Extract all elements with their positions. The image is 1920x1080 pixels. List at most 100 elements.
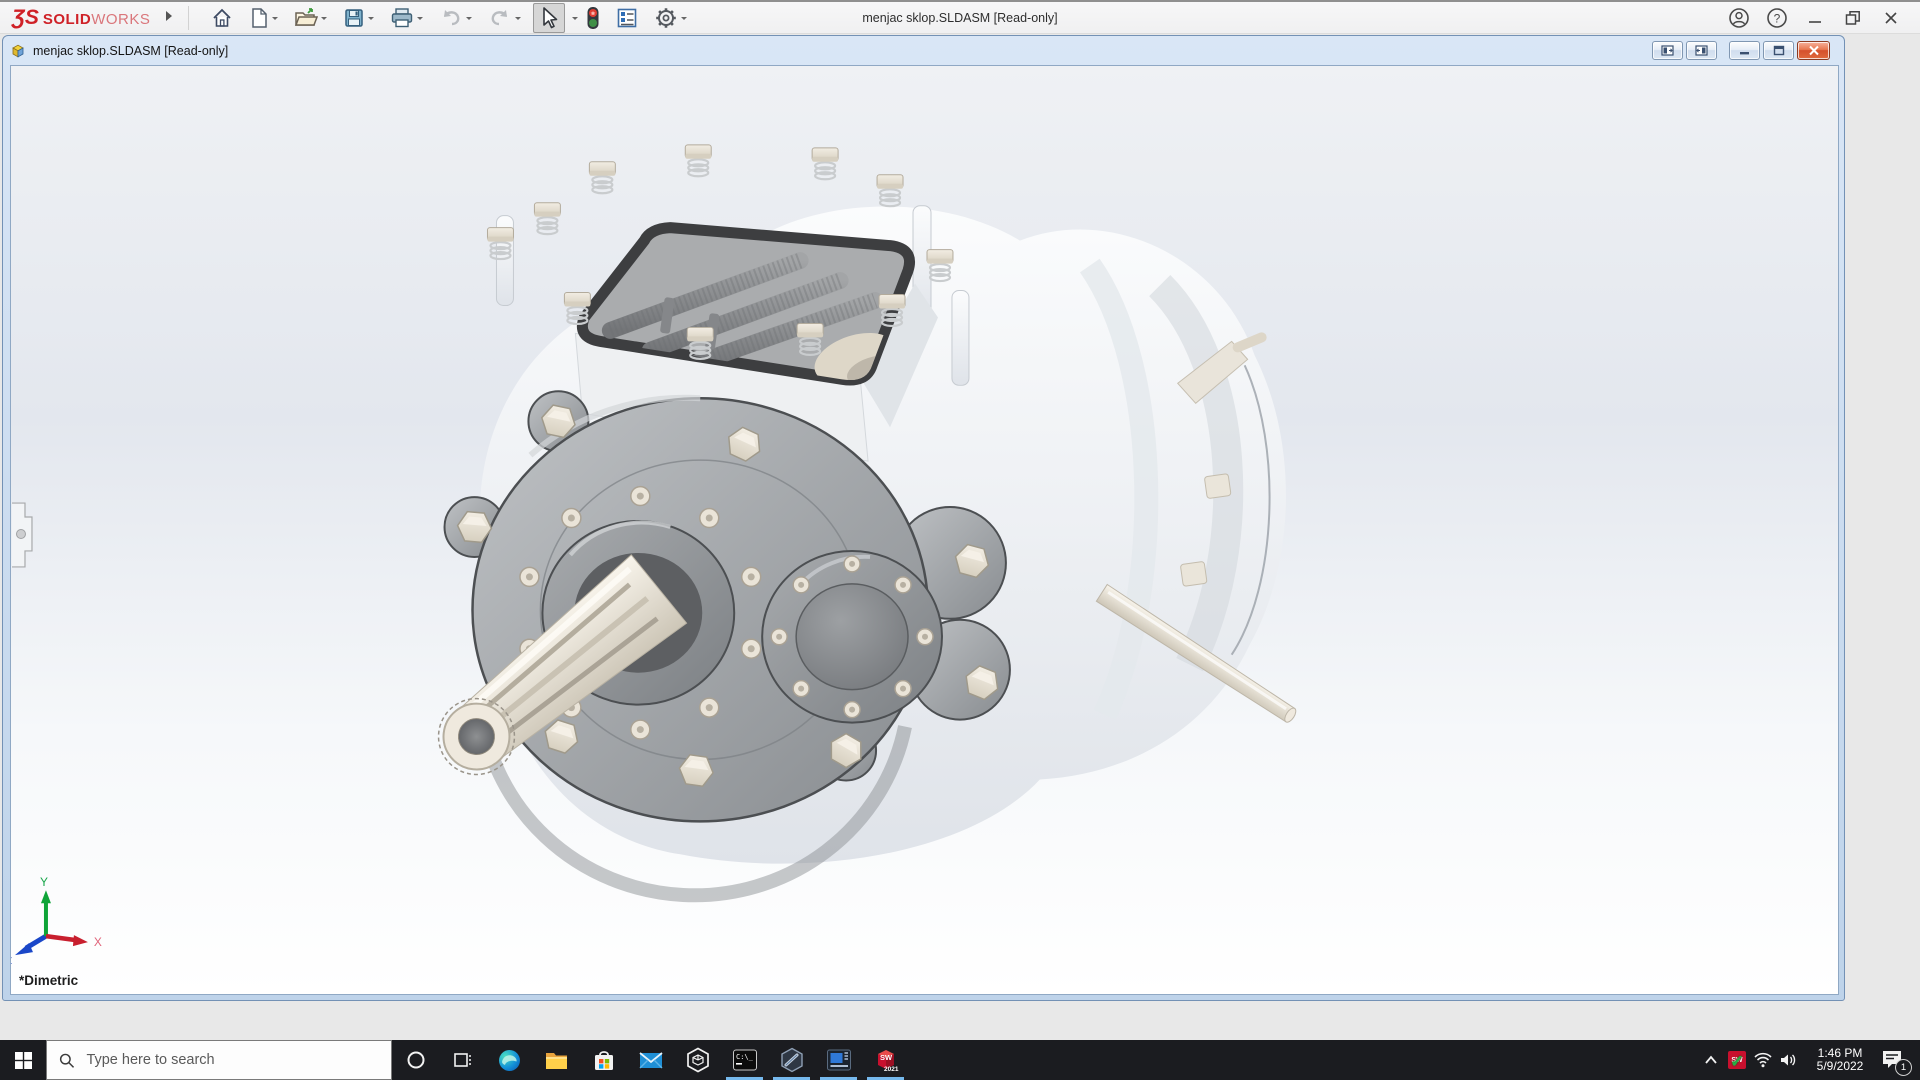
- redo-button[interactable]: [484, 4, 525, 32]
- svg-text:?: ?: [1774, 11, 1781, 25]
- search-icon: [59, 1053, 75, 1068]
- windows-logo-icon: [14, 1051, 32, 1069]
- taskbar-search[interactable]: [46, 1040, 392, 1080]
- document-window: menjac sklop.SLDASM [Read-only] Y X *Dim…: [2, 35, 1845, 1001]
- pane-left-icon: [1661, 45, 1674, 56]
- menu-expand-arrow-icon[interactable]: [164, 10, 174, 25]
- taskbar-app-solidworks[interactable]: SW 2021: [862, 1040, 909, 1080]
- cortana-icon: [407, 1051, 424, 1069]
- view-orientation-label: *Dimetric: [19, 973, 79, 988]
- undo-dropdown[interactable]: [466, 16, 473, 23]
- account-icon: [1729, 7, 1749, 28]
- new-document-dropdown[interactable]: [272, 16, 279, 23]
- solidworks-logo-mark: ƷS: [12, 5, 39, 29]
- dome-cover-flange[interactable]: [761, 549, 943, 724]
- print-dropdown[interactable]: [417, 16, 424, 23]
- help-button[interactable]: ?: [1764, 5, 1790, 31]
- taskbar-app-store[interactable]: [580, 1040, 627, 1080]
- help-icon: ?: [1767, 7, 1787, 28]
- checkmark-icon: ✓: [1730, 1052, 1745, 1071]
- document-titlebar[interactable]: menjac sklop.SLDASM [Read-only]: [3, 36, 1844, 65]
- solidworks-logo: ƷS SOLID WORKS: [12, 5, 151, 29]
- command-prompt-icon: C:\_: [732, 1049, 757, 1071]
- open-button[interactable]: [290, 4, 331, 32]
- print-button[interactable]: [386, 4, 427, 32]
- minimize-button[interactable]: [1802, 5, 1828, 31]
- taskbar-app-mail[interactable]: [627, 1040, 674, 1080]
- taskbar-app-command-prompt[interactable]: C:\_: [721, 1040, 768, 1080]
- orientation-triad[interactable]: Y X Z: [11, 875, 102, 967]
- doc-restore-icon: [1773, 45, 1784, 56]
- select-cursor-icon: [543, 6, 558, 28]
- doc-close-icon: [1808, 45, 1819, 56]
- tray-network-button[interactable]: [1750, 1052, 1776, 1068]
- wifi-icon: [1754, 1052, 1772, 1068]
- cortana-button[interactable]: [392, 1040, 439, 1080]
- edrawings-icon: [780, 1047, 803, 1073]
- open-dropdown[interactable]: [321, 16, 328, 23]
- graphics-area[interactable]: Y X Z *Dimetric: [10, 65, 1839, 995]
- file-explorer-icon: [546, 1052, 567, 1069]
- taskbar-app-edge[interactable]: [486, 1040, 533, 1080]
- gearbox-assembly-model[interactable]: [419, 144, 1299, 903]
- options-button[interactable]: [650, 4, 691, 32]
- svg-text:C:\_: C:\_: [736, 1053, 754, 1061]
- taskbar-app-3d-viewer[interactable]: [674, 1040, 721, 1080]
- print-icon: [392, 7, 413, 27]
- doc-close-button[interactable]: [1797, 41, 1830, 60]
- select-tool-dropdown[interactable]: [572, 16, 579, 23]
- featuremanager-collapsed-tab[interactable]: [11, 502, 33, 568]
- remote-window-icon: [826, 1049, 851, 1071]
- doc-minimize-button[interactable]: [1729, 41, 1760, 60]
- speaker-icon: [1781, 1054, 1796, 1066]
- assembly-file-icon: [12, 44, 24, 57]
- restore-icon: [1845, 10, 1860, 25]
- triad-z-label: Z: [11, 956, 12, 967]
- gear-icon: [656, 7, 677, 28]
- svg-text:SW: SW: [880, 1053, 893, 1062]
- restore-button[interactable]: [1840, 5, 1866, 31]
- close-icon: [1885, 11, 1897, 24]
- pane-right-button[interactable]: [1686, 41, 1717, 60]
- close-button[interactable]: [1878, 5, 1904, 31]
- taskbar-app-remote-window[interactable]: [815, 1040, 862, 1080]
- save-button[interactable]: [339, 4, 378, 32]
- tray-solidworks-status[interactable]: SW ✓: [1724, 1051, 1750, 1071]
- triad-x-label: X: [94, 935, 102, 949]
- app-window-title: menjac sklop.SLDASM [Read-only]: [862, 10, 1058, 25]
- save-dropdown[interactable]: [368, 16, 375, 23]
- selection-filter-button[interactable]: [582, 4, 604, 32]
- action-center-button[interactable]: 1: [1878, 1047, 1912, 1076]
- tray-chevron-button[interactable]: [1698, 1055, 1724, 1065]
- taskbar-app-file-explorer[interactable]: [533, 1040, 580, 1080]
- options-dropdown[interactable]: [681, 16, 688, 23]
- start-button[interactable]: [0, 1040, 46, 1080]
- pane-left-button[interactable]: [1652, 41, 1683, 60]
- minimize-icon: [1809, 20, 1821, 23]
- new-document-button[interactable]: [245, 4, 282, 32]
- search-input[interactable]: [84, 1051, 379, 1069]
- model-canvas[interactable]: Y X Z *Dimetric: [11, 66, 1838, 994]
- tray-clock[interactable]: 1:46 PM 5/9/2022: [1808, 1045, 1872, 1074]
- store-icon: [594, 1050, 613, 1070]
- select-tool-button[interactable]: [533, 2, 566, 33]
- chevron-up-icon: [1705, 1055, 1717, 1064]
- doc-restore-button[interactable]: [1763, 41, 1794, 60]
- account-button[interactable]: [1726, 5, 1752, 31]
- home-button[interactable]: [207, 4, 237, 32]
- taskbar-app-edrawings[interactable]: [768, 1040, 815, 1080]
- redo-icon: [491, 9, 508, 25]
- redo-dropdown[interactable]: [515, 16, 522, 23]
- side-bolt-tab[interactable]: [1180, 561, 1208, 587]
- app-titlebar: ƷS SOLID WORKS menjac sklop.SLDASM [Read…: [0, 0, 1920, 34]
- tray-time: 1:46 PM: [1817, 1045, 1863, 1060]
- undo-button[interactable]: [435, 4, 476, 32]
- save-icon: [345, 8, 364, 27]
- windows-taskbar: C:\_ SW 2021: [0, 1040, 1920, 1080]
- side-bolt-tab[interactable]: [1204, 473, 1232, 499]
- tray-volume-button[interactable]: [1776, 1052, 1802, 1068]
- task-view-button[interactable]: [439, 1040, 486, 1080]
- open-folder-icon: [295, 7, 319, 26]
- triad-y-label: Y: [40, 875, 48, 889]
- task-list-button[interactable]: [612, 4, 642, 32]
